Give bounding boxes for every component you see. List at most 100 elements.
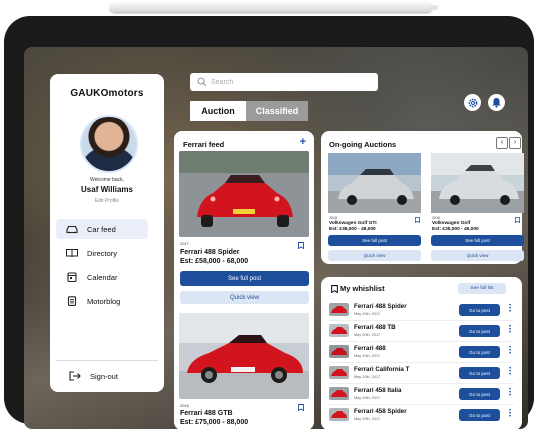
car-thumbnail: [329, 324, 349, 337]
auction-year: 2016: [432, 216, 440, 220]
more-options-icon[interactable]: • • •: [509, 345, 511, 357]
quick-view-button[interactable]: Quick view: [328, 250, 421, 261]
list-item-title: Ferrari 488 TB: [354, 324, 396, 331]
tab-classified[interactable]: Classified: [246, 101, 308, 121]
nav-item-calendar[interactable]: Calendar: [56, 267, 148, 287]
divider: [329, 341, 514, 342]
list-item-date: May 20th, 2017.: [354, 312, 382, 316]
quick-view-button[interactable]: Quick view: [180, 291, 309, 304]
list-item-title: Ferrari 458 Spider: [354, 408, 407, 415]
book-icon: [66, 249, 78, 258]
document-icon: [67, 296, 77, 306]
list-item-date: May 20th, 2017.: [354, 354, 382, 358]
quick-view-button[interactable]: Quick view: [431, 250, 524, 261]
list-item-date: May 20th, 2017.: [354, 396, 382, 400]
search-icon: [197, 77, 207, 87]
divider: [329, 383, 514, 384]
list-item[interactable]: Ferrari 458 Italia May 20th, 2017. Go to…: [329, 385, 514, 403]
post-price: Est: £58,000 - 68,000: [180, 258, 249, 265]
go-to-post-button[interactable]: Go to post: [459, 346, 500, 358]
whishlist-title: My whishlist: [340, 284, 385, 293]
welcome-text: Welcome back,: [89, 177, 125, 183]
go-to-post-button[interactable]: Go to post: [459, 388, 500, 400]
feed-title: Ferrari feed: [183, 140, 225, 149]
post-price: Est: £75,000 - 88,000: [180, 419, 249, 426]
avatar[interactable]: [80, 115, 138, 173]
list-item[interactable]: Ferrari 488 TB May 20th, 2017. Go to pos…: [329, 322, 514, 340]
see-full-post-button[interactable]: See full post: [328, 235, 421, 246]
tab-auction[interactable]: Auction: [190, 101, 246, 121]
nav-item-label: Motorblog: [87, 296, 121, 306]
more-options-icon[interactable]: • • •: [509, 324, 511, 336]
list-item[interactable]: Ferrari California T May 20th, 2017. Go …: [329, 364, 514, 382]
see-full-post-button[interactable]: See full post: [431, 235, 524, 246]
car-photo[interactable]: [328, 153, 421, 213]
sign-out-button[interactable]: Sign-out: [56, 366, 148, 386]
post-year: 2017: [180, 241, 189, 246]
list-item[interactable]: Ferrari 488 Spider May 20th, 2017. Go to…: [329, 301, 514, 319]
whishlist-header: My whishlist: [331, 284, 385, 293]
list-item-title: Ferrari 488: [354, 345, 386, 352]
chevron-right-icon[interactable]: ›: [509, 137, 521, 149]
car-thumbnail: [329, 387, 349, 400]
go-to-post-button[interactable]: Go to post: [459, 367, 500, 379]
search-input[interactable]: Search: [190, 73, 378, 91]
app-screen: GAUKOmotors Welcome back, Usaf Williams …: [24, 47, 528, 429]
nav-item-directory[interactable]: Directory: [56, 243, 148, 263]
stylus: [110, 3, 438, 12]
add-icon[interactable]: +: [300, 136, 306, 148]
auction-title: Volkswagen Golf: [432, 221, 471, 226]
auction-year: 2018: [329, 216, 337, 220]
auctions-title: On-going Auctions: [329, 140, 397, 149]
list-item-date: May 20th, 2017.: [354, 333, 382, 337]
auction-title: Volkswagen Golf GTI: [329, 221, 377, 226]
see-full-post-button[interactable]: See full post: [180, 271, 309, 286]
more-options-icon[interactable]: • • •: [509, 408, 511, 420]
car-icon: [66, 225, 78, 234]
bookmark-icon[interactable]: [298, 242, 304, 249]
bookmark-icon[interactable]: [298, 404, 304, 411]
more-options-icon[interactable]: • • •: [509, 387, 511, 399]
settings-button[interactable]: [464, 94, 481, 111]
divider: [329, 320, 514, 321]
nav-item-motorblog[interactable]: Motorblog: [56, 291, 148, 311]
auctions-panel: On-going Auctions ‹ › 2018 Volkswagen Go…: [321, 131, 524, 264]
sidebar: GAUKOmotors Welcome back, Usaf Williams …: [50, 74, 164, 392]
auction-price: Est: £38,000 - 48,000: [329, 227, 376, 232]
nav-item-label: Calendar: [87, 272, 118, 282]
go-to-post-button[interactable]: Go to post: [459, 325, 500, 337]
go-to-post-button[interactable]: Go to post: [459, 409, 500, 421]
bookmark-icon[interactable]: [415, 217, 420, 223]
list-item-title: Ferrari 488 Spider: [354, 303, 407, 310]
car-thumbnail: [329, 345, 349, 358]
user-name: Usaf Williams: [81, 185, 133, 194]
car-thumbnail: [329, 366, 349, 379]
see-full-list-button[interactable]: See full list: [458, 283, 506, 294]
car-thumbnail: [329, 408, 349, 421]
chevron-left-icon[interactable]: ‹: [496, 137, 508, 149]
more-options-icon[interactable]: • • •: [509, 366, 511, 378]
bookmark-icon[interactable]: [515, 217, 520, 223]
divider: [329, 362, 514, 363]
more-options-icon[interactable]: • • •: [509, 303, 511, 315]
brand-logo: GAUKOmotors: [70, 88, 144, 99]
bookmark-icon: [331, 284, 338, 293]
list-item-title: Ferrari 458 Italia: [354, 387, 402, 394]
car-photo[interactable]: [179, 151, 309, 237]
edit-profile-link[interactable]: Edit Profile: [50, 198, 164, 204]
gear-icon: [468, 98, 477, 107]
nav-item-car-feed[interactable]: Car feed: [56, 219, 148, 239]
car-photo[interactable]: [431, 153, 524, 213]
search-placeholder: Search: [211, 78, 234, 86]
divider: [56, 360, 158, 361]
list-item[interactable]: Ferrari 458 Spider May 20th, 2017. Go to…: [329, 406, 514, 424]
list-item[interactable]: Ferrari 488 May 20th, 2017. Go to post •…: [329, 343, 514, 361]
sign-out-label: Sign-out: [90, 371, 118, 381]
sign-out-icon: [69, 371, 81, 381]
notifications-button[interactable]: [488, 94, 505, 111]
nav-item-label: Directory: [87, 248, 118, 258]
bell-icon: [492, 98, 501, 108]
car-photo[interactable]: [179, 313, 309, 399]
ferrari-feed-panel: Ferrari feed + 2017 Ferrari 488 Spider E…: [174, 131, 314, 429]
go-to-post-button[interactable]: Go to post: [459, 304, 500, 316]
